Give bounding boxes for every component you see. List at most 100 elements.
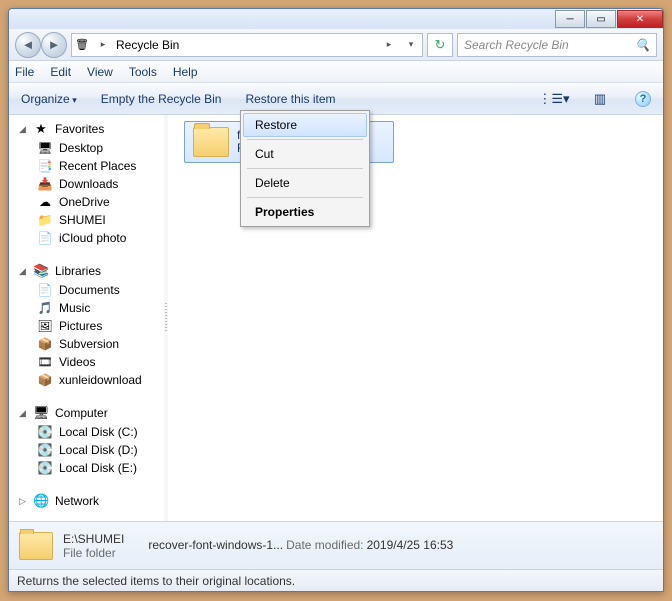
sidebar-item-disk-d[interactable]: 💽 Local Disk (D:) [9, 441, 164, 459]
sidebar-item-label: Local Disk (D:) [59, 443, 138, 457]
separator [247, 168, 363, 169]
folder-icon: 📁 [37, 213, 53, 227]
restore-item-button[interactable]: Restore this item [245, 92, 335, 106]
collapse-icon: ◢ [19, 266, 27, 277]
library-icon: 📚 [33, 263, 49, 279]
back-button[interactable]: ◄ [15, 32, 41, 58]
sidebar-item-videos[interactable]: 🎞 Videos [9, 353, 164, 371]
details-name: recover-font-windows-1... [148, 538, 283, 552]
details-pane: E:\SHUMEI File folder recover-font-windo… [9, 521, 663, 569]
computer-icon: 🖥 [33, 405, 49, 421]
sidebar-item-label: Downloads [59, 177, 118, 191]
sidebar-item-icloud[interactable]: 📄 iCloud photo [9, 229, 164, 247]
music-icon: 🎵 [37, 301, 53, 315]
xunlei-icon: 📦 [37, 373, 53, 387]
expand-icon: ▷ [19, 496, 27, 507]
breadcrumb-text[interactable]: Recycle Bin [116, 38, 376, 52]
sidebar-item-desktop[interactable]: 🖥Desktop [9, 139, 164, 157]
collapse-icon: ◢ [19, 408, 27, 419]
minimize-button[interactable]: ─ [555, 10, 585, 28]
sidebar-item-label: Documents [59, 283, 120, 297]
libraries-section: ◢ 📚 Libraries 📄Documents 🎵 Music 🖼Picture… [9, 261, 164, 389]
sidebar-item-label: Local Disk (C:) [59, 425, 138, 439]
nav-bar: ◄ ► 🗑 ▸ Recycle Bin ▸ ▾ ↻ Search Recycle… [9, 29, 663, 61]
sidebar-item-label: Music [59, 301, 90, 315]
disk-icon: 💽 [37, 443, 53, 457]
preview-pane-icon[interactable]: ▥ [589, 89, 611, 109]
folder-icon [193, 127, 229, 157]
recent-icon: 📑 [37, 159, 53, 173]
cloud-icon: ☁ [37, 195, 53, 209]
computer-header[interactable]: ◢ 🖥 Computer [9, 403, 164, 423]
sidebar-item-label: iCloud photo [59, 231, 126, 245]
network-header[interactable]: ▷ 🌐 Network [9, 491, 164, 511]
sidebar-item-recent[interactable]: 📑Recent Places [9, 157, 164, 175]
empty-recycle-button[interactable]: Empty the Recycle Bin [101, 92, 222, 106]
breadcrumb-drop-icon[interactable]: ▸ [94, 39, 112, 50]
sidebar-item-label: xunleidownload [59, 373, 142, 387]
sidebar-item-downloads[interactable]: 📥 Downloads [9, 175, 164, 193]
svn-icon: 📦 [37, 337, 53, 351]
sidebar-item-disk-c[interactable]: 💽 Local Disk (C:) [9, 423, 164, 441]
details-col-path: E:\SHUMEI File folder [63, 532, 124, 560]
address-dropdown-icon[interactable]: ▾ [402, 39, 420, 50]
pictures-icon: 🖼 [37, 319, 53, 333]
separator [247, 139, 363, 140]
ctx-delete[interactable]: Delete [243, 171, 367, 195]
download-icon: 📥 [37, 177, 53, 191]
computer-label: Computer [55, 406, 108, 420]
libraries-header[interactable]: ◢ 📚 Libraries [9, 261, 164, 281]
search-placeholder: Search Recycle Bin [464, 38, 635, 52]
collapse-icon: ◢ [19, 124, 27, 135]
sidebar-item-label: SHUMEI [59, 213, 106, 227]
sidebar-item-label: Videos [59, 355, 95, 369]
star-icon: ★ [33, 121, 49, 137]
computer-section: ◢ 🖥 Computer 💽Local Disk (C:) 💽Local Dis… [9, 403, 164, 477]
ctx-cut[interactable]: Cut [243, 142, 367, 166]
sidebar-item-shumei[interactable]: 📁 SHUMEI [9, 211, 164, 229]
organize-button[interactable]: Organize [21, 92, 77, 106]
search-input[interactable]: Search Recycle Bin 🔍 [457, 33, 657, 57]
network-label: Network [55, 494, 99, 508]
status-text: Returns the selected items to their orig… [17, 574, 295, 588]
sidebar-item-disk-e[interactable]: 💽Local Disk (E:) [9, 459, 164, 477]
sidebar: ◢ ★ Favorites 🖥Desktop 📑Recent Places 📥D… [9, 115, 164, 521]
sidebar-item-label: OneDrive [59, 195, 110, 209]
menu-file[interactable]: File [15, 65, 34, 79]
file-icon: 📄 [37, 231, 53, 245]
videos-icon: 🎞 [37, 355, 53, 369]
forward-button[interactable]: ► [41, 32, 67, 58]
menu-tools[interactable]: Tools [129, 65, 157, 79]
sidebar-item-xunlei[interactable]: 📦 xunleidownload [9, 371, 164, 389]
sidebar-item-subversion[interactable]: 📦Subversion [9, 335, 164, 353]
ctx-restore[interactable]: Restore [243, 113, 367, 137]
breadcrumb-arrow-icon[interactable]: ▸ [380, 39, 398, 50]
menu-bar: File Edit View Tools Help [9, 61, 663, 83]
disk-icon: 💽 [37, 425, 53, 439]
favorites-header[interactable]: ◢ ★ Favorites [9, 119, 164, 139]
status-bar: Returns the selected items to their orig… [9, 569, 663, 591]
folder-icon [19, 532, 53, 560]
sidebar-item-documents[interactable]: 📄Documents [9, 281, 164, 299]
view-mode-icon[interactable]: ⋮☰▾ [543, 89, 565, 109]
refresh-button[interactable]: ↻ [427, 33, 453, 57]
titlebar: ─ ▭ ✕ [9, 9, 663, 29]
sidebar-item-label: Desktop [59, 141, 103, 155]
sidebar-item-onedrive[interactable]: ☁ OneDrive [9, 193, 164, 211]
details-mod-label: Date modified: [286, 538, 363, 552]
help-icon[interactable]: ? [635, 91, 651, 107]
close-button[interactable]: ✕ [617, 10, 663, 28]
address-bar[interactable]: 🗑 ▸ Recycle Bin ▸ ▾ [71, 33, 423, 57]
network-icon: 🌐 [33, 493, 49, 509]
details-path: E:\SHUMEI [63, 532, 124, 546]
sidebar-item-pictures[interactable]: 🖼Pictures [9, 317, 164, 335]
menu-view[interactable]: View [87, 65, 113, 79]
sidebar-item-music[interactable]: 🎵 Music [9, 299, 164, 317]
menu-help[interactable]: Help [173, 65, 198, 79]
network-section: ▷ 🌐 Network [9, 491, 164, 511]
favorites-label: Favorites [55, 122, 104, 136]
maximize-button[interactable]: ▭ [586, 10, 616, 28]
details-col-name: recover-font-windows-1... Date modified:… [148, 538, 453, 553]
menu-edit[interactable]: Edit [50, 65, 71, 79]
ctx-properties[interactable]: Properties [243, 200, 367, 224]
